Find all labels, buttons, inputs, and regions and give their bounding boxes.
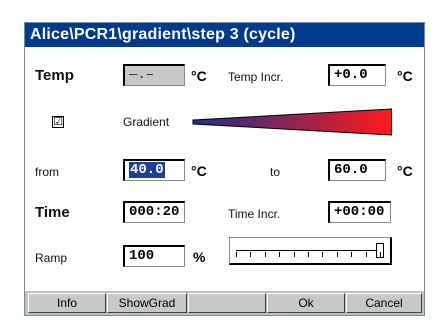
time-label: Time bbox=[35, 204, 70, 221]
cancel-button[interactable]: Cancel bbox=[346, 293, 422, 313]
gradient-checkbox[interactable]: ☑ bbox=[52, 116, 64, 128]
button-bar: Info ShowGrad Ok Cancel bbox=[25, 291, 424, 315]
from-value-selected: 40.0 bbox=[129, 162, 165, 178]
temp-incr-field[interactable]: +0.0 bbox=[328, 64, 386, 86]
window-title: Alice\PCR1\gradient\step 3 (cycle) bbox=[25, 23, 424, 47]
ramp-unit: % bbox=[193, 249, 206, 265]
slider-tick bbox=[294, 252, 295, 257]
from-field[interactable]: 40.0 bbox=[123, 159, 185, 181]
from-label: from bbox=[35, 165, 59, 179]
to-unit: °C bbox=[397, 163, 413, 179]
info-button[interactable]: Info bbox=[28, 293, 106, 313]
temp-incr-label: Temp Incr. bbox=[228, 70, 284, 84]
dialog-window: Alice\PCR1\gradient\step 3 (cycle) Temp … bbox=[24, 22, 425, 316]
to-field[interactable]: 60.0 bbox=[328, 159, 386, 181]
time-incr-label: Time Incr. bbox=[228, 207, 281, 221]
temp-incr-unit: °C bbox=[397, 68, 413, 84]
from-unit: °C bbox=[191, 163, 207, 179]
temp-field[interactable]: —.– bbox=[123, 64, 185, 86]
showgrad-button[interactable]: ShowGrad bbox=[107, 293, 187, 313]
slider-tick bbox=[236, 252, 237, 257]
slider-tick bbox=[366, 252, 367, 257]
temp-unit: °C bbox=[191, 68, 207, 84]
slider-track bbox=[236, 250, 380, 251]
ramp-slider[interactable] bbox=[229, 237, 392, 265]
ok-button[interactable]: Ok bbox=[267, 293, 345, 313]
slider-tick bbox=[337, 252, 338, 257]
slider-tick bbox=[380, 252, 381, 257]
slider-tick bbox=[351, 252, 352, 257]
blank-button[interactable] bbox=[188, 293, 266, 313]
time-incr-field[interactable]: +00:00 bbox=[328, 201, 391, 223]
to-label: to bbox=[270, 165, 281, 179]
gradient-label: Gradient bbox=[123, 115, 170, 129]
slider-tick bbox=[279, 252, 280, 257]
gradient-bar bbox=[192, 108, 392, 136]
slider-tick bbox=[265, 252, 266, 257]
slider-tick bbox=[308, 252, 309, 257]
ramp-label: Ramp bbox=[35, 251, 68, 265]
temp-label: Temp bbox=[35, 67, 74, 84]
ramp-field[interactable]: 100 bbox=[123, 245, 185, 267]
time-field[interactable]: 000:20 bbox=[123, 201, 185, 223]
slider-tick bbox=[250, 252, 251, 257]
slider-tick bbox=[322, 252, 323, 257]
